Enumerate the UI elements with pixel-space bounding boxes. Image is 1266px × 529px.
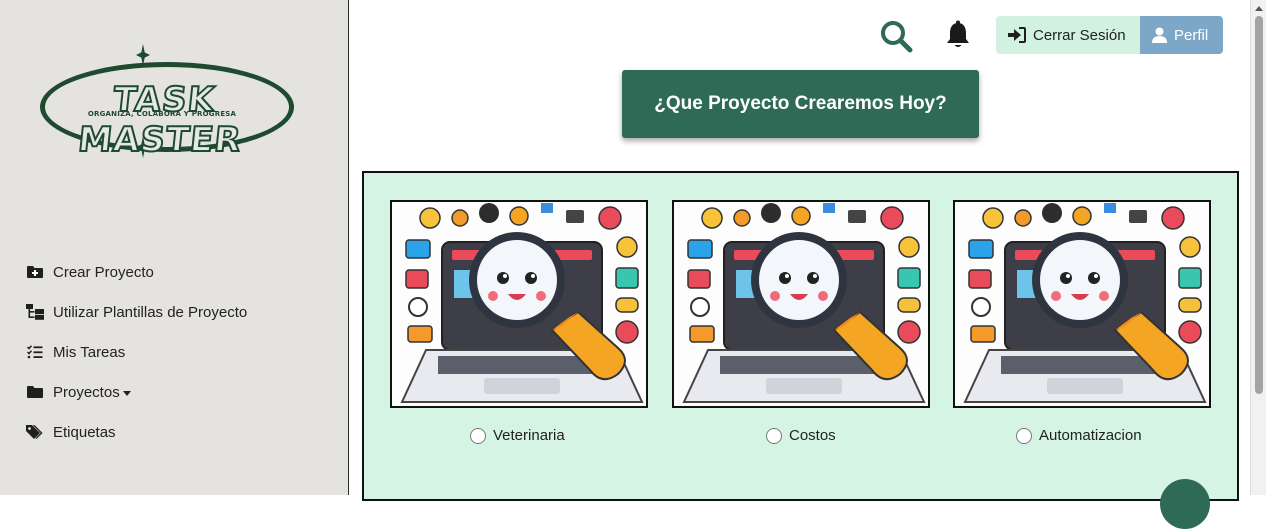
sidebar-item-label: Mis Tareas <box>53 343 126 361</box>
sign-in-icon <box>1008 27 1026 43</box>
folder-tree-icon <box>26 304 44 320</box>
template-option-automatizacion[interactable]: Automatizacion <box>1016 427 1142 444</box>
logout-button[interactable]: Cerrar Sesión <box>996 16 1140 54</box>
sidebar: TASK MASTER ORGANIZA, COLABORA Y PROGRES… <box>0 0 349 495</box>
folder-icon <box>26 384 44 400</box>
page-headline: ¿Que Proyecto Crearemos Hoy? <box>622 70 979 138</box>
bell-icon[interactable] <box>944 20 972 50</box>
page-scrollbar[interactable] <box>1250 0 1266 495</box>
radio-automatizacion[interactable] <box>1016 427 1032 444</box>
sidebar-item-label: Proyectos <box>53 383 120 401</box>
sidebar-item-mis-tareas[interactable]: Mis Tareas <box>26 342 247 362</box>
sidebar-item-etiquetas[interactable]: Etiquetas <box>26 422 247 442</box>
search-icon[interactable] <box>878 18 914 54</box>
sidebar-item-crear-proyecto[interactable]: Crear Proyecto <box>26 262 247 282</box>
list-check-icon <box>26 344 44 360</box>
template-card-costos[interactable] <box>672 200 930 408</box>
radio-veterinaria[interactable] <box>470 427 486 444</box>
folder-plus-icon <box>26 264 44 280</box>
sidebar-nav: Crear Proyecto Utilizar Plantillas de Pr… <box>26 262 247 462</box>
sidebar-item-label: Utilizar Plantillas de Proyecto <box>53 303 248 321</box>
user-icon <box>1152 27 1167 43</box>
laptop-magnifier-illustration <box>955 202 1209 406</box>
profile-label: Perfil <box>1174 26 1209 44</box>
template-label: Automatizacion <box>1039 427 1142 444</box>
template-option-costos[interactable]: Costos <box>766 427 836 444</box>
logo-subtitle: ORGANIZA, COLABORA Y PROGRESA <box>87 110 237 118</box>
logo-title: TASK MASTER <box>75 79 244 161</box>
laptop-magnifier-illustration <box>674 202 928 406</box>
template-card-automatizacion[interactable] <box>953 200 1211 408</box>
task-master-logo[interactable]: TASK MASTER ORGANIZA, COLABORA Y PROGRES… <box>22 40 302 162</box>
radio-costos[interactable] <box>766 427 782 444</box>
template-option-veterinaria[interactable]: Veterinaria <box>470 427 565 444</box>
sidebar-item-label: Crear Proyecto <box>53 263 154 281</box>
sidebar-item-label: Etiquetas <box>53 423 116 441</box>
template-label: Veterinaria <box>493 427 565 444</box>
scroll-up-arrow-icon[interactable] <box>1255 6 1263 11</box>
sidebar-item-proyectos[interactable]: Proyectos <box>26 382 247 402</box>
floating-action-button[interactable] <box>1160 479 1210 529</box>
caret-down-icon <box>122 390 131 396</box>
profile-button[interactable]: Perfil <box>1140 16 1223 54</box>
template-panel: Veterinaria Costos Automatizacion <box>362 171 1239 529</box>
logout-label: Cerrar Sesión <box>1033 26 1126 44</box>
sidebar-item-plantillas[interactable]: Utilizar Plantillas de Proyecto <box>26 302 247 322</box>
template-card-veterinaria[interactable] <box>390 200 648 408</box>
tags-icon <box>26 424 44 440</box>
laptop-magnifier-illustration <box>392 202 646 406</box>
scrollbar-thumb[interactable] <box>1255 16 1263 394</box>
template-label: Costos <box>789 427 836 444</box>
